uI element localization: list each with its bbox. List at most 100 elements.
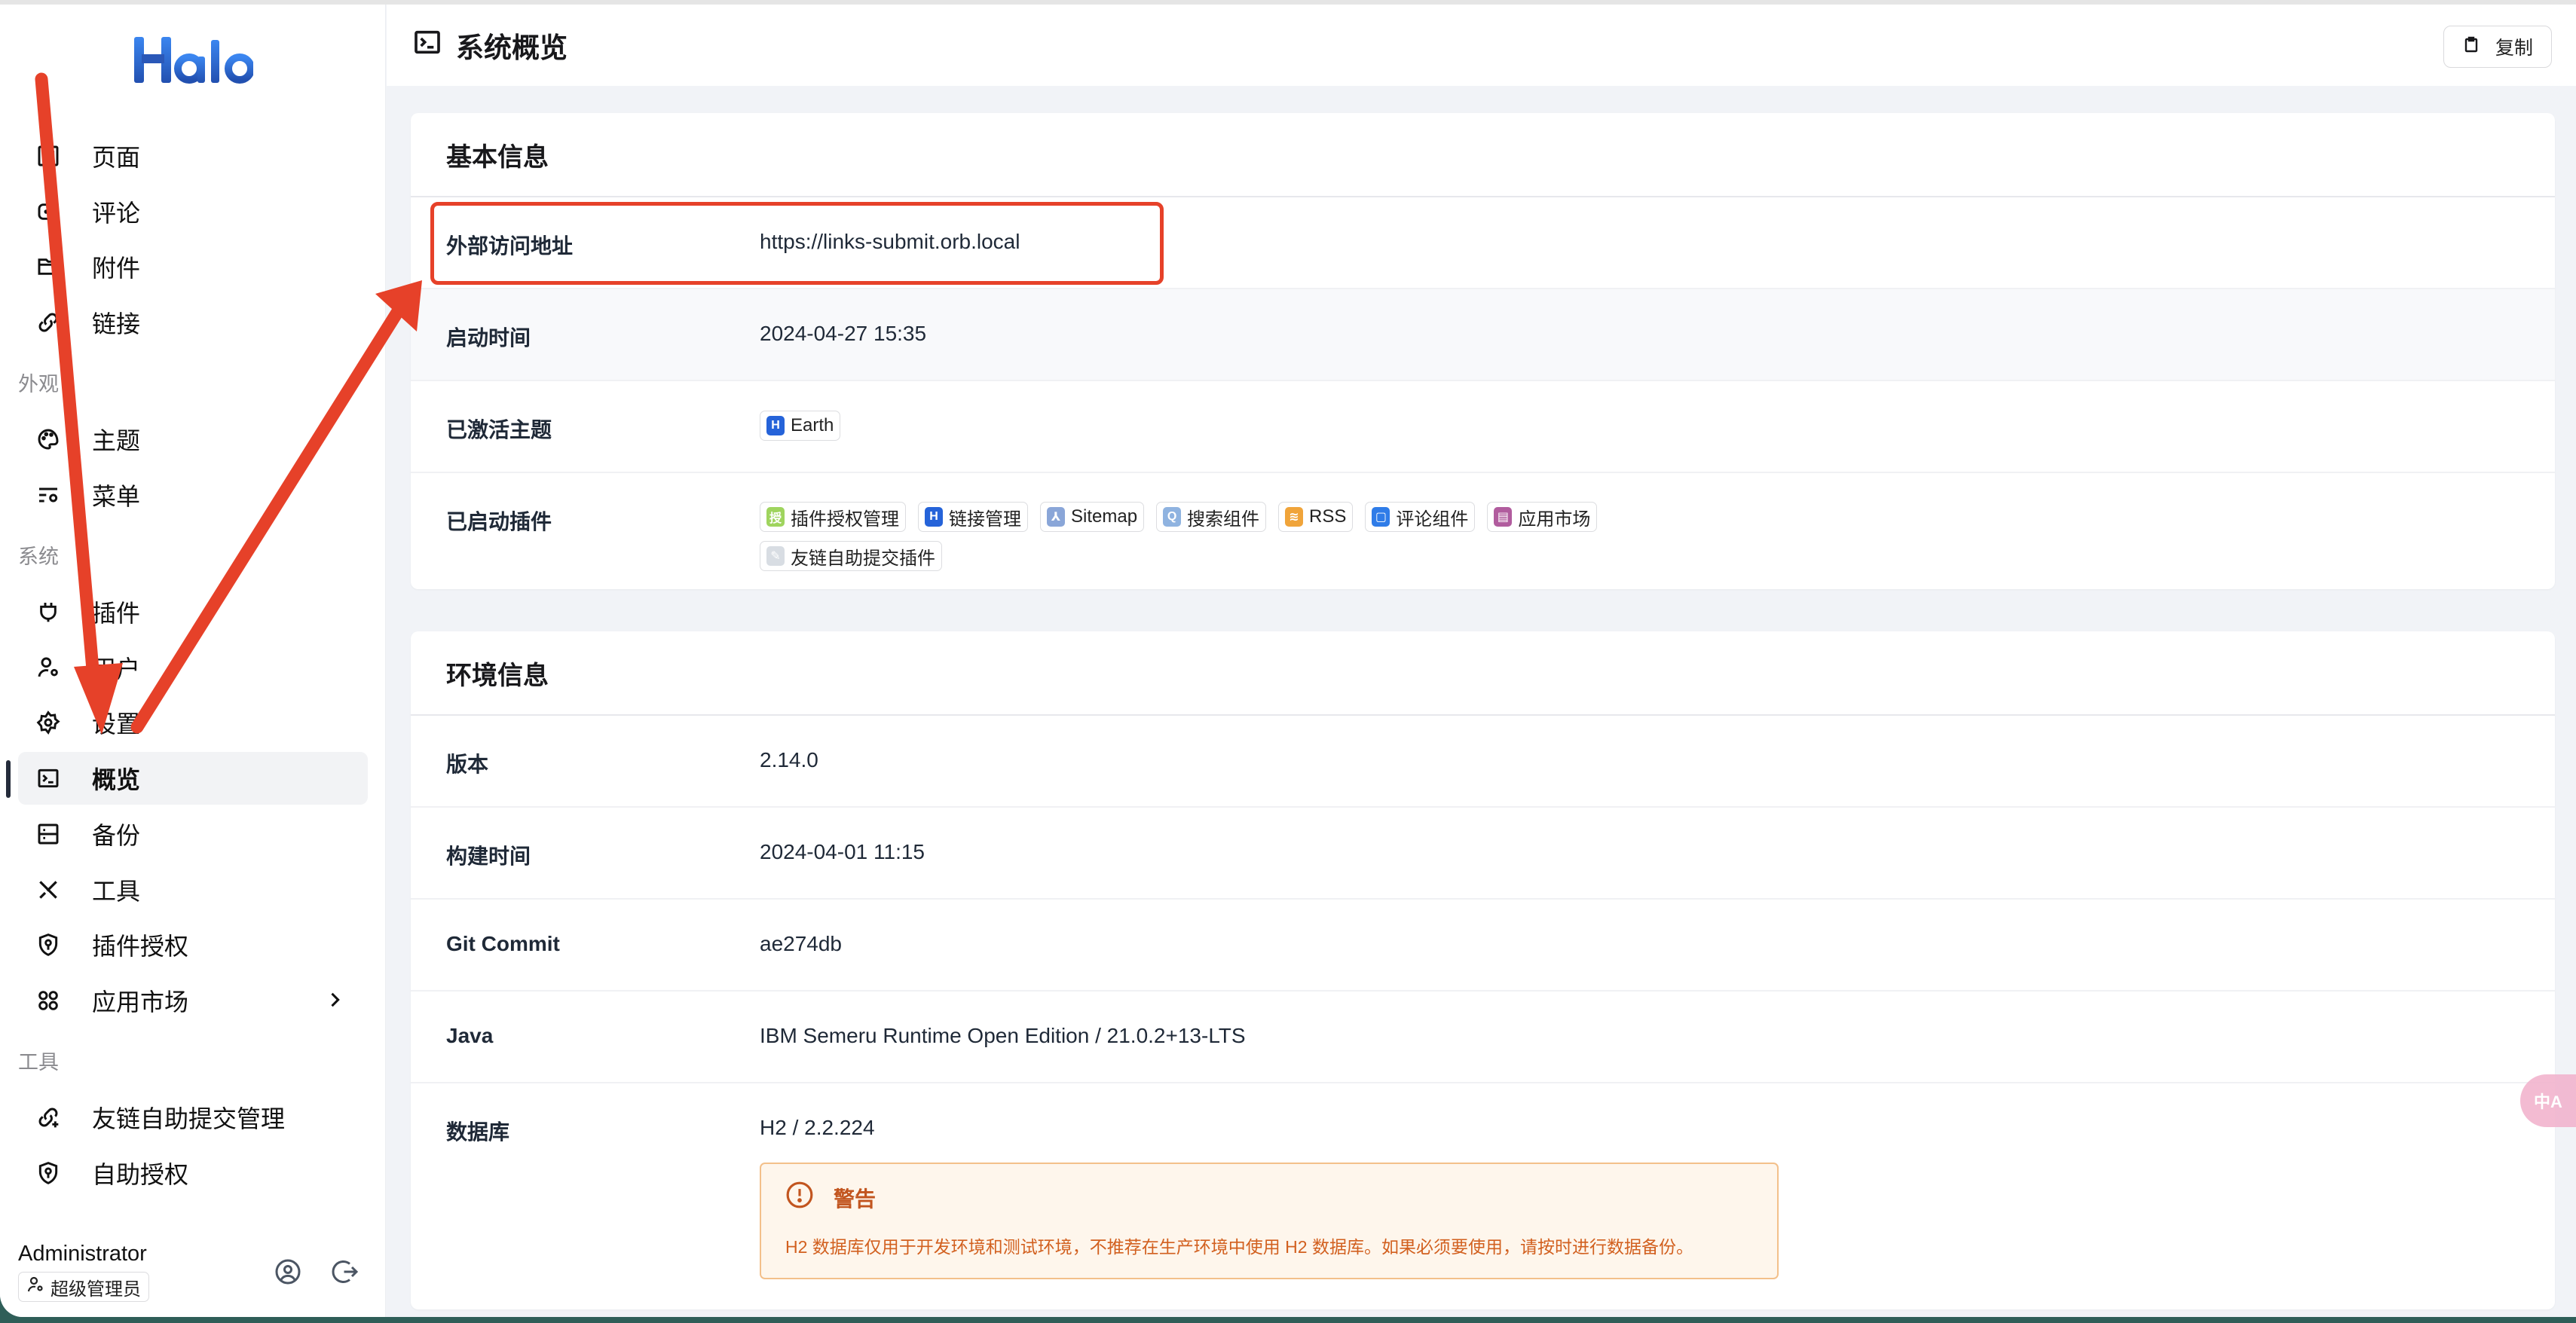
plugin-tag[interactable]: ⅄ Sitemap [1040,502,1145,532]
h2-warning-alert: 警告 H2 数据库仅用于开发环境和测试环境，不推荐在生产环境中使用 H2 数据库… [760,1163,1779,1279]
user-settings-icon [33,652,63,683]
info-row-plugins: 已启动插件 授插件授权管理 H 链接管理 ⅄ Sitemap Q 搜索组件 ≋ RSS ▢ 评论组件… [411,473,2555,589]
java-value: IBM Semeru Runtime Open Edition / 21.0.2… [760,1024,1246,1047]
sidebar-item-attachments[interactable]: 附件 [18,240,368,293]
warning-title: 警告 [834,1187,877,1211]
user-settings-icon [26,1276,44,1299]
plugin-tag[interactable]: ▢ 评论组件 [1365,502,1476,532]
plugin-icon: ✎ [766,546,785,566]
sidebar-item-plugin-license[interactable]: 插件授权 [18,918,368,971]
sidebar-item-links[interactable]: 链接 [18,296,368,349]
sidebar-item-self-license[interactable]: 自助授权 [18,1147,368,1199]
plugin-tag[interactable]: 授插件授权管理 [760,502,906,532]
palette-icon [33,424,63,454]
plugin-tag[interactable]: ≋ RSS [1278,502,1354,532]
sidebar: 页面 评论 附件 链接 外观 主题 菜单 系统 插件 用户 设置 概览 备份 工… [0,5,386,1317]
plugin-name: Sitemap [1071,506,1138,527]
version-value: 2.14.0 [760,748,818,771]
app-window: 页面 评论 附件 链接 外观 主题 菜单 系统 插件 用户 设置 概览 备份 工… [0,0,2576,1317]
plugin-name: 友链自助提交插件 [791,548,935,569]
info-row-active-theme: 已激活主题 H Earth [411,381,2555,473]
link-icon [33,307,63,338]
plugin-name: RSS [1309,506,1347,527]
plugin-name: 应用市场 [1518,509,1591,530]
env-row-build-time: 构建时间 2024-04-01 11:15 [411,808,2555,900]
sidebar-item-comments[interactable]: 评论 [18,185,368,238]
sidebar-item-label: 用户 [92,655,141,683]
sidebar-item-tools[interactable]: 工具 [18,863,368,916]
terminal-icon [33,763,63,793]
link-add-icon [33,1102,63,1132]
sidebar-item-label: 评论 [92,200,141,227]
halo-logo[interactable] [133,30,253,87]
nav-group-system: 系统 [18,545,59,568]
copy-label: 复制 [2495,38,2533,59]
row-label: 已启动插件 [446,510,552,533]
env-row-version: 版本 2.14.0 [411,716,2555,808]
theme-name: Earth [791,415,834,435]
profile-button[interactable] [273,1257,303,1287]
plugin-icon: H [925,507,943,527]
plugin-icon: ⅄ [1047,507,1065,527]
database-icon [33,819,63,849]
sidebar-item-app-store[interactable]: 应用市场 [18,974,368,1027]
halo-theme-icon: H [766,416,785,435]
page-header: 系统概览 复制 [387,5,2576,86]
clipboard-icon [2462,35,2480,60]
build-time-value: 2024-04-01 11:15 [760,840,925,863]
role-label: 超级管理员 [50,1279,141,1300]
env-row-git-commit: Git Commit ae274db [411,900,2555,991]
page-icon [33,141,63,171]
plugin-name: 插件授权管理 [791,509,899,530]
sidebar-item-label: 附件 [92,255,141,282]
env-info-card: 环境信息 版本 2.14.0 构建时间 2024-04-01 11:15 Git… [411,631,2555,1309]
basic-info-card: 基本信息 外部访问地址 https://links-submit.orb.loc… [411,113,2555,589]
database-value: H2 / 2.2.224 [760,1116,875,1139]
gear-icon [33,707,63,738]
plugin-icon: ▤ [1494,507,1513,527]
plugin-name: 链接管理 [949,509,1021,530]
chevron-right-icon[interactable] [324,988,345,1018]
terminal-icon [412,27,442,64]
sidebar-item-label: 链接 [92,310,141,338]
plug-icon [33,597,63,627]
plugin-tag-list: 授插件授权管理 H 链接管理 ⅄ Sitemap Q 搜索组件 ≋ RSS ▢ 评论组件 ▤ 应用市场 ✎… [760,502,1649,589]
plugin-icon: 授 [766,507,785,527]
sidebar-item-link-submit-manage[interactable]: 友链自助提交管理 [18,1091,368,1144]
sidebar-item-overview[interactable]: 概览 [18,752,368,805]
plugin-tag[interactable]: Q 搜索组件 [1156,502,1267,532]
sidebar-item-label: 菜单 [92,483,141,510]
sidebar-item-plugins[interactable]: 插件 [18,585,368,638]
sidebar-item-backup[interactable]: 备份 [18,808,368,860]
nav-group-tools: 工具 [18,1051,59,1074]
sidebar-item-label: 设置 [92,710,141,738]
plugin-tag[interactable]: H 链接管理 [918,502,1028,532]
plugin-name: 评论组件 [1396,509,1469,530]
sidebar-item-label: 主题 [92,427,141,454]
sidebar-item-themes[interactable]: 主题 [18,413,368,466]
translate-button[interactable]: 中A [2520,1074,2576,1127]
sidebar-item-pages[interactable]: 页面 [18,130,368,182]
plugin-tag[interactable]: ✎ 友链自助提交插件 [760,541,942,571]
sidebar-item-menus[interactable]: 菜单 [18,469,368,521]
row-label: 启动时间 [446,326,531,350]
env-row-database: 数据库 H2 / 2.2.224 警告 H2 数据库仅用于开发环境和测试环境，不… [411,1083,2555,1309]
sidebar-item-users[interactable]: 用户 [18,641,368,694]
theme-tag[interactable]: H Earth [760,411,841,441]
sidebar-item-label: 自助授权 [92,1161,189,1188]
plugin-name: 搜索组件 [1187,509,1260,530]
info-row-start-time: 启动时间 2024-04-27 15:35 [411,289,2555,381]
nav-group-appearance: 外观 [18,373,59,396]
sidebar-item-settings[interactable]: 设置 [18,696,368,749]
row-label: 数据库 [446,1120,510,1144]
apps-icon [33,985,63,1016]
logout-button[interactable] [330,1257,360,1287]
plugin-icon: ▢ [1372,507,1390,527]
folder-icon [33,252,63,282]
sidebar-item-label: 概览 [92,766,141,793]
copy-button[interactable]: 复制 [2443,26,2552,68]
plugin-tag[interactable]: ▤ 应用市场 [1487,502,1598,532]
user-name: Administrator [18,1242,147,1266]
sidebar-item-label: 工具 [92,878,141,905]
start-time-value: 2024-04-27 15:35 [760,322,927,345]
